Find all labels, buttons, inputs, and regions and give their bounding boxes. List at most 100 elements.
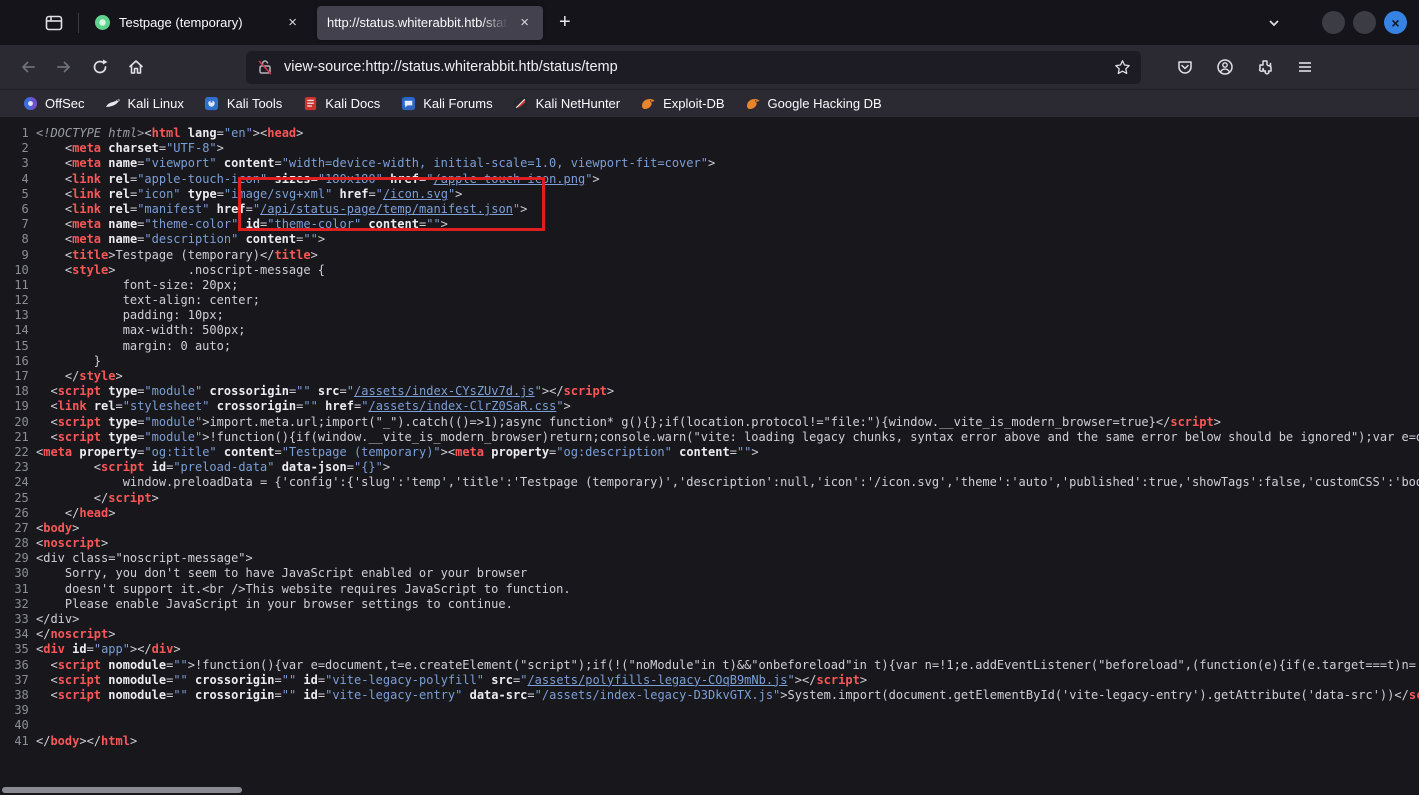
line-number: 41	[0, 734, 36, 749]
source-token: body	[43, 521, 72, 535]
bookmark-item[interactable]: Kali NetHunter	[505, 93, 629, 115]
source-token: link	[72, 187, 101, 201]
back-icon	[19, 58, 37, 76]
url-bar[interactable]: view-source:http://status.whiterabbit.ht…	[246, 51, 1141, 84]
line-number: 20	[0, 415, 36, 430]
google-hacking-db-icon	[745, 96, 761, 112]
source-line: 29<div class="noscript-message">	[0, 551, 1419, 566]
bookmark-label: Kali Linux	[128, 96, 184, 111]
list-all-tabs-button[interactable]	[1266, 15, 1282, 31]
source-line: 31 doesn't support it.<br />This website…	[0, 582, 1419, 597]
source-token: "	[347, 384, 354, 398]
offsec-icon	[22, 96, 38, 112]
source-link[interactable]: /assets/index-ClrZ0SaR.css	[368, 399, 556, 413]
reload-button[interactable]	[83, 51, 117, 83]
source-token	[462, 688, 469, 702]
source-token: >	[564, 399, 571, 413]
source-token: <	[36, 172, 72, 186]
home-icon	[127, 58, 145, 76]
source-line: 3 <meta name="viewport" content="width=d…	[0, 156, 1419, 171]
source-token: <	[36, 399, 58, 413]
source-token: margin: 0 auto;	[36, 339, 231, 353]
tab-close-icon[interactable]: ×	[284, 13, 301, 32]
source-line: 8 <meta name="description" content="">	[0, 232, 1419, 247]
source-link[interactable]: /assets/polyfills-legacy-COqB9mNb.js	[527, 673, 787, 687]
source-token: "UTF-8"	[166, 141, 217, 155]
source-token: script	[1409, 688, 1419, 702]
minimize-button[interactable]	[1322, 11, 1345, 34]
source-line: 4 <link rel="apple-touch-icon" sizes="18…	[0, 172, 1419, 187]
line-number: 33	[0, 612, 36, 627]
source-token: >	[173, 642, 180, 656]
source-token: src	[491, 673, 513, 687]
bookmark-item[interactable]: Kali Docs	[294, 93, 388, 115]
source-token	[87, 399, 94, 413]
bookmark-item[interactable]: Kali Tools	[196, 93, 290, 115]
extensions-button[interactable]	[1248, 51, 1282, 83]
line-number: 36	[0, 658, 36, 673]
menu-button[interactable]	[1288, 51, 1322, 83]
back-button[interactable]	[11, 51, 45, 83]
source-line: 41</body></html>	[0, 734, 1419, 749]
bookmark-star-icon[interactable]	[1114, 59, 1131, 76]
source-token: </	[36, 734, 50, 748]
bookmark-item[interactable]: Kali Linux	[97, 93, 192, 115]
source-token	[188, 673, 195, 687]
source-token: </	[36, 506, 79, 520]
horizontal-scrollbar[interactable]	[2, 787, 242, 793]
source-token: "module"	[144, 430, 202, 444]
source-token: "theme-color"	[267, 217, 361, 231]
source-token: >	[188, 658, 195, 672]
source-token: name	[108, 156, 137, 170]
toolbar-right-icons	[1167, 51, 1323, 83]
source-token: id	[246, 217, 260, 231]
insecure-lock-icon[interactable]	[256, 58, 274, 76]
source-line: 9 <title>Testpage (temporary)</title>	[0, 248, 1419, 263]
source-link[interactable]: /api/status-page/temp/manifest.json	[260, 202, 513, 216]
source-token: =	[274, 156, 281, 170]
line-number: 9	[0, 248, 36, 263]
source-line: 5 <link rel="icon" type="image/svg+xml" …	[0, 187, 1419, 202]
source-token: >	[795, 673, 802, 687]
uptime-kuma-favicon-icon	[95, 15, 110, 30]
source-token: meta	[72, 232, 101, 246]
source-link[interactable]: /apple-touch-icon.png	[433, 172, 585, 186]
tab-close-icon[interactable]: ×	[516, 13, 533, 32]
maximize-button[interactable]	[1353, 11, 1376, 34]
source-token: "	[556, 399, 563, 413]
source-token: =	[318, 688, 325, 702]
pocket-button[interactable]	[1168, 51, 1202, 83]
tab-view-source[interactable]: http://status.whiterabbit.htb/status/tem…	[317, 6, 543, 40]
new-tab-button[interactable]: +	[549, 9, 581, 36]
source-link[interactable]: /icon.svg	[383, 187, 448, 201]
bookmark-item[interactable]: Kali Forums	[392, 93, 500, 115]
close-window-button[interactable]: ×	[1384, 11, 1407, 34]
url-text[interactable]: view-source:http://status.whiterabbit.ht…	[284, 59, 1106, 75]
bookmark-item[interactable]: OffSec	[14, 93, 93, 115]
line-number: 11	[0, 278, 36, 293]
firefox-view-button[interactable]	[36, 7, 72, 39]
bookmark-item[interactable]: Exploit-DB	[632, 93, 732, 115]
source-token: >	[860, 673, 867, 687]
source-token: ><	[441, 445, 455, 459]
bookmark-item[interactable]: Google Hacking DB	[737, 93, 890, 115]
source-line: 26 </head>	[0, 506, 1419, 521]
source-line: 2 <meta charset="UTF-8">	[0, 141, 1419, 156]
source-token	[274, 460, 281, 474]
source-token: =	[347, 460, 354, 474]
source-link[interactable]: /assets/index-CYsZUv7d.js	[354, 384, 535, 398]
source-token: </	[36, 627, 50, 641]
home-button[interactable]	[119, 51, 153, 83]
source-line: 33</div>	[0, 612, 1419, 627]
forward-button[interactable]	[47, 51, 81, 83]
source-token: href	[390, 172, 419, 186]
source-token: </	[36, 491, 108, 505]
line-number: 27	[0, 521, 36, 536]
source-token: script	[564, 384, 607, 398]
account-button[interactable]	[1208, 51, 1242, 83]
source-token: "viewport"	[144, 156, 216, 170]
tab-testpage[interactable]: Testpage (temporary) ×	[85, 6, 311, 40]
source-line: 35<div id="app"></div>	[0, 642, 1419, 657]
line-number: 4	[0, 172, 36, 187]
source-token: </	[549, 384, 563, 398]
